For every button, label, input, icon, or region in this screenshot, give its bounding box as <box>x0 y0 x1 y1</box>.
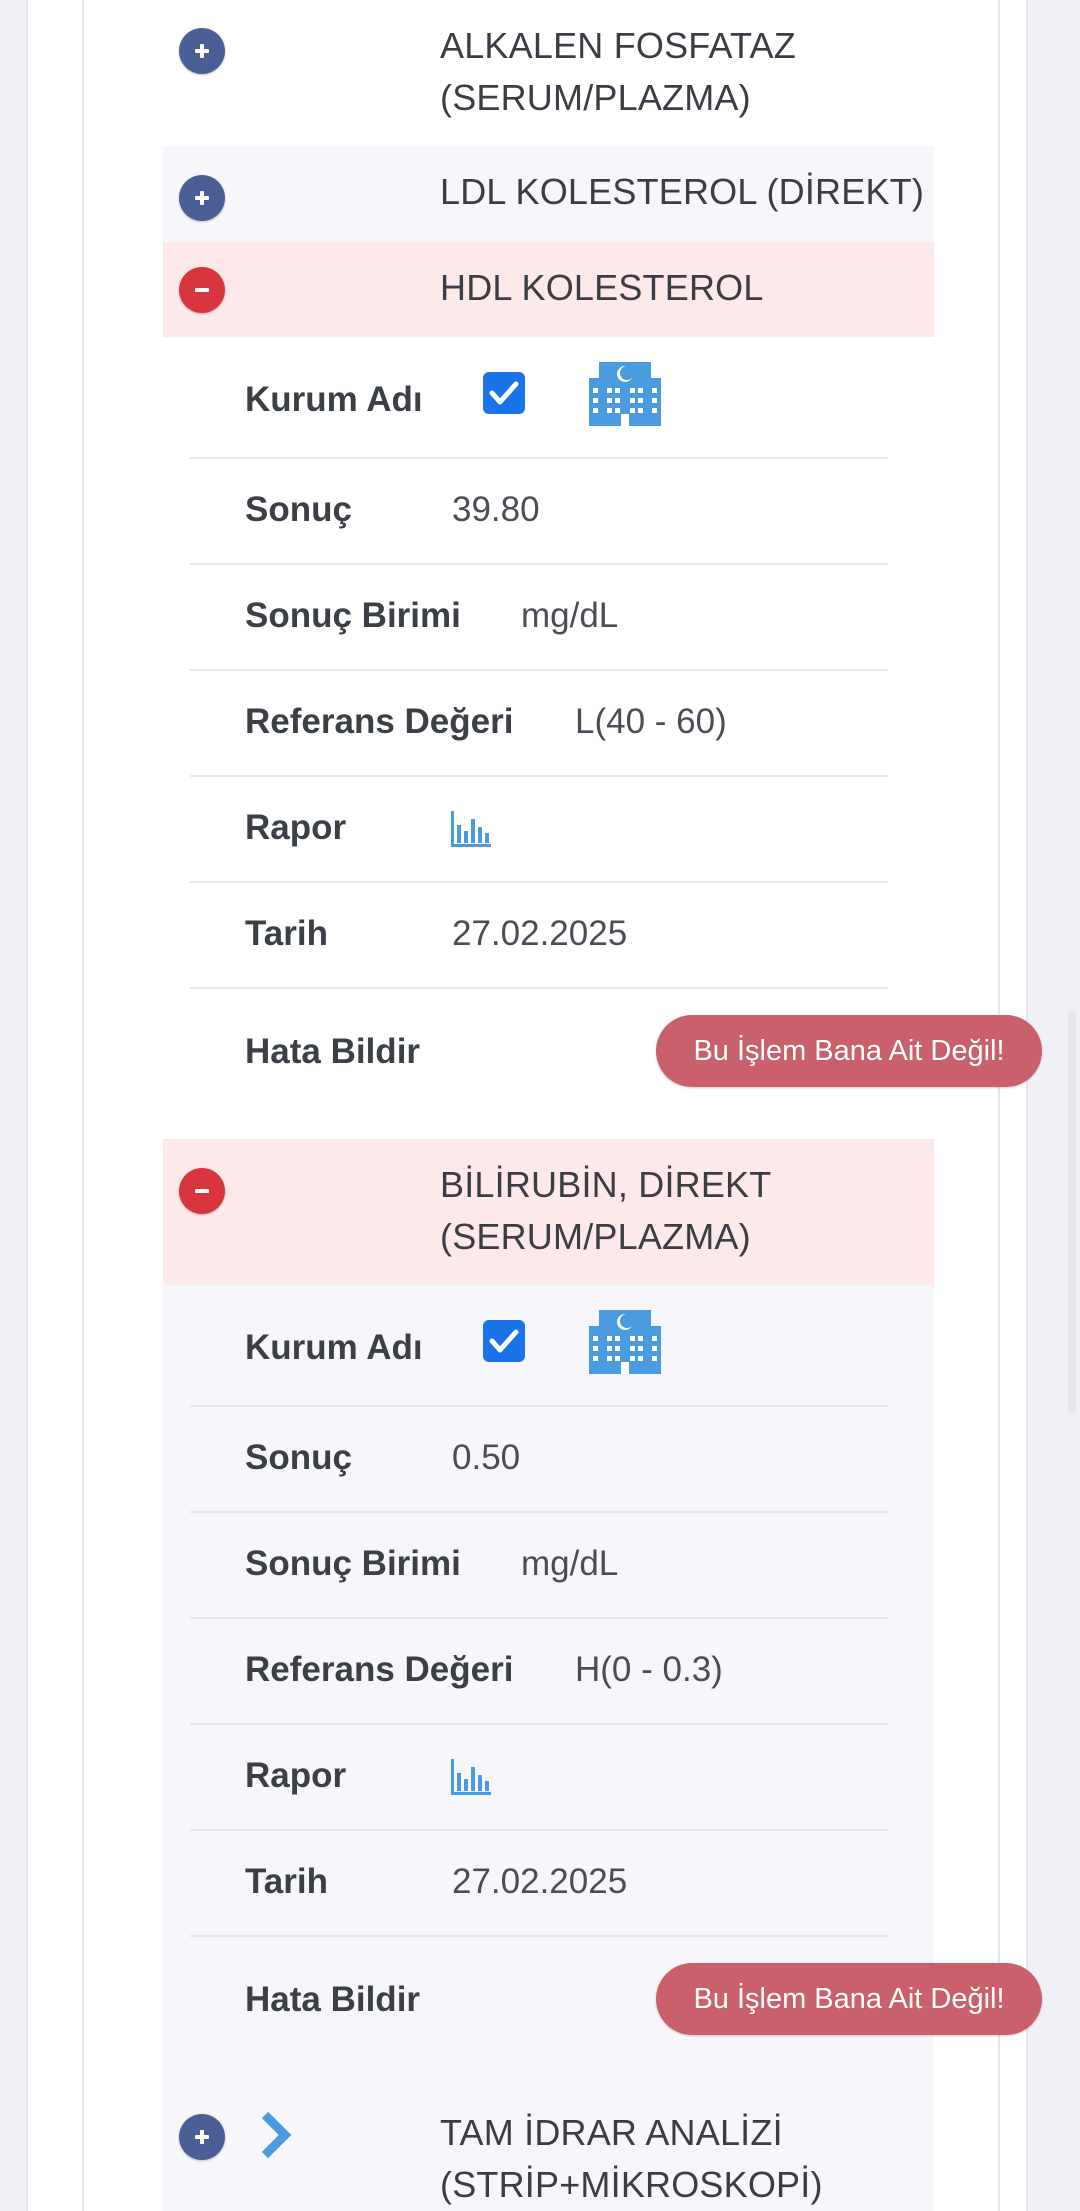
detail-row-unit: Sonuç Birimi mg/dL <box>190 1513 888 1619</box>
page: ALKALEN FOSFATAZ (SERUM/PLAZMA) LDL KOLE… <box>0 0 1080 2211</box>
institution-label: Kurum Adı <box>245 380 423 419</box>
unit-label: Sonuç Birimi <box>245 596 461 635</box>
unit-value: mg/dL <box>521 596 619 635</box>
result-label: Sonuç <box>245 1438 352 1477</box>
test-name-line1: HDL KOLESTEROL <box>440 267 764 308</box>
test-name-line1: ALKALEN FOSFATAZ <box>440 25 796 66</box>
reference-value: H(0 - 0.3) <box>575 1650 723 1689</box>
expand-icon[interactable] <box>179 175 225 221</box>
test-name: TAM İDRAR ANALİZİ (STRİP+MİKROSKOPİ) <box>440 2107 823 2211</box>
test-name-line1: LDL KOLESTEROL (DİREKT) <box>440 171 925 212</box>
hospital-building-icon <box>589 1302 661 1379</box>
date-label: Tarih <box>245 1862 328 1901</box>
date-value: 27.02.2025 <box>452 914 628 953</box>
institution-label: Kurum Adı <box>245 1328 423 1367</box>
detail-row-result: Sonuç 39.80 <box>190 459 888 565</box>
date-label: Tarih <box>245 914 328 953</box>
scrollbar[interactable] <box>1068 1010 1076 1415</box>
expand-icon[interactable] <box>179 28 225 74</box>
test-details-hdl: Kurum Adı Sonuç 39.80 Sonuç Birimi mg/dL… <box>163 337 1042 1139</box>
test-name: ALKALEN FOSFATAZ (SERUM/PLAZMA) <box>440 20 796 124</box>
unit-value: mg/dL <box>521 1544 619 1583</box>
result-value: 39.80 <box>452 490 540 529</box>
test-row-hdl-kolesterol[interactable]: HDL KOLESTEROL <box>163 242 934 337</box>
detail-row-reference: Referans Değeri H(0 - 0.3) <box>190 1619 888 1725</box>
detail-row-report: Rapor <box>190 1725 888 1831</box>
unit-label: Sonuç Birimi <box>245 1544 461 1583</box>
error-label: Hata Bildir <box>245 1032 421 1071</box>
report-error-button[interactable]: Bu İşlem Bana Ait Değil! <box>656 1963 1042 2035</box>
expand-icon[interactable] <box>179 2114 225 2160</box>
test-details-bilirubin: Kurum Adı Sonuç 0.50 Sonuç Birimi mg/dL … <box>163 1285 1042 2087</box>
chevron-right-icon[interactable] <box>259 2111 293 2164</box>
collapse-icon[interactable] <box>179 267 225 313</box>
test-row-alkalen-fosfataz[interactable]: ALKALEN FOSFATAZ (SERUM/PLAZMA) <box>163 0 934 146</box>
date-value: 27.02.2025 <box>452 1862 628 1901</box>
test-row-bilirubin-direkt[interactable]: BİLİRUBİN, DİREKT (SERUM/PLAZMA) <box>163 1139 934 1285</box>
reference-label: Referans Değeri <box>245 1650 514 1689</box>
bar-chart-icon[interactable] <box>451 1759 491 1800</box>
report-label: Rapor <box>245 1756 347 1795</box>
institution-checkbox[interactable] <box>483 1320 525 1362</box>
report-label: Rapor <box>245 808 347 847</box>
bar-chart-icon[interactable] <box>451 811 491 852</box>
detail-row-reference: Referans Değeri L(40 - 60) <box>190 671 888 777</box>
report-error-button[interactable]: Bu İşlem Bana Ait Değil! <box>656 1015 1042 1087</box>
institution-checkbox[interactable] <box>483 372 525 414</box>
result-label: Sonuç <box>245 490 352 529</box>
test-name: BİLİRUBİN, DİREKT (SERUM/PLAZMA) <box>440 1159 771 1263</box>
result-value: 0.50 <box>452 1438 521 1477</box>
test-name-line2: (SERUM/PLAZMA) <box>440 77 751 118</box>
reference-value: L(40 - 60) <box>575 702 727 741</box>
test-row-tam-idrar-analizi[interactable]: TAM İDRAR ANALİZİ (STRİP+MİKROSKOPİ) <box>163 2087 934 2211</box>
test-name-line2: (STRİP+MİKROSKOPİ) <box>440 2164 823 2205</box>
test-name: HDL KOLESTEROL <box>440 262 764 314</box>
test-name-line2: (SERUM/PLAZMA) <box>440 1216 751 1257</box>
test-name-line1: TAM İDRAR ANALİZİ <box>440 2112 783 2153</box>
detail-row-result: Sonuç 0.50 <box>190 1407 888 1513</box>
detail-row-report: Rapor <box>190 777 888 883</box>
detail-row-date: Tarih 27.02.2025 <box>190 883 888 989</box>
test-row-ldl-kolesterol[interactable]: LDL KOLESTEROL (DİREKT) <box>163 146 934 242</box>
detail-row-unit: Sonuç Birimi mg/dL <box>190 565 888 671</box>
detail-row-institution: Kurum Adı <box>190 1285 888 1407</box>
reference-label: Referans Değeri <box>245 702 514 741</box>
test-name: LDL KOLESTEROL (DİREKT) <box>440 166 924 218</box>
hospital-building-icon <box>589 354 661 431</box>
test-name-line1: BİLİRUBİN, DİREKT <box>440 1164 772 1205</box>
error-label: Hata Bildir <box>245 1980 421 2019</box>
detail-row-date: Tarih 27.02.2025 <box>190 1831 888 1937</box>
collapse-icon[interactable] <box>179 1168 225 1214</box>
detail-row-institution: Kurum Adı <box>190 337 888 459</box>
